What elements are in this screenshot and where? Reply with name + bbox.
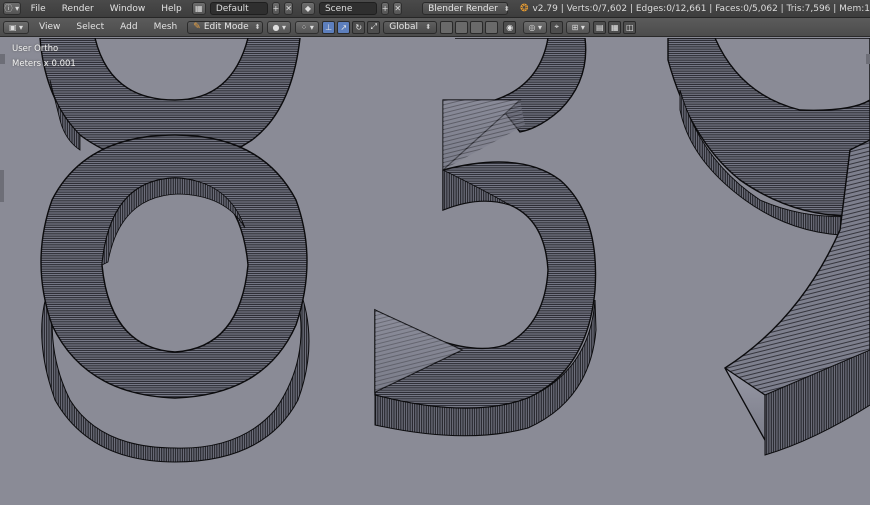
menu-select[interactable]: Select	[68, 22, 112, 32]
translate-manipulator-icon[interactable]: ↗	[337, 20, 351, 34]
pivot-point-icon[interactable]: ⁘ ▾	[295, 20, 320, 34]
menu-render[interactable]: Render	[54, 4, 102, 14]
digit-3-mesh	[374, 38, 597, 437]
3d-viewport[interactable]	[0, 38, 870, 505]
chevron-down-icon: ⬍	[503, 4, 510, 13]
rotate-manipulator-icon[interactable]: ↻	[352, 20, 366, 34]
opengl-anim-icon[interactable]: ▦	[608, 20, 622, 34]
edit-mode-icon: ✎	[193, 22, 201, 32]
menu-file[interactable]: File	[23, 4, 54, 14]
render-engine-dropdown[interactable]: Blender Render ⬍	[422, 2, 510, 15]
layer-icon-4[interactable]	[485, 20, 499, 34]
orientation-label: Global	[389, 22, 418, 32]
digit-8-mesh	[39, 38, 310, 463]
opengl-render-icon[interactable]: ▤	[593, 20, 607, 34]
viewport-shading-icon[interactable]: ● ▾	[267, 20, 292, 34]
transform-orientation-dropdown[interactable]: Global ⬍	[383, 20, 438, 34]
proportional-edit-icon[interactable]: ◎ ▾	[523, 20, 548, 34]
scale-manipulator-icon[interactable]: ⤢	[367, 20, 381, 34]
editor-type-3dview-icon[interactable]: ▣ ▾	[3, 20, 29, 34]
remove-layout-icon[interactable]: ✕	[284, 2, 293, 15]
view-units-label: Meters x 0.001	[12, 59, 76, 69]
view-name-label: User Ortho	[12, 44, 59, 54]
mode-label: Edit Mode	[203, 22, 249, 32]
snap-toggle-icon[interactable]: ⌖	[550, 20, 564, 34]
scene-stats: v2.79 | Verts:0/7,602 | Edges:0/12,661 |…	[532, 3, 870, 14]
menu-help[interactable]: Help	[153, 4, 190, 14]
add-scene-icon[interactable]: +	[380, 2, 390, 15]
occlude-geometry-icon[interactable]: ◉	[503, 20, 517, 34]
layer-icon-2[interactable]	[455, 20, 469, 34]
chevron-down-icon: ⬍	[425, 23, 432, 31]
editor-type-info-icon[interactable]: ⓘ ▾	[3, 2, 21, 15]
mode-dropdown[interactable]: ✎ Edit Mode ⬍	[187, 20, 264, 34]
manipulator-toggle-icon[interactable]: ⊥	[322, 20, 336, 34]
snap-element-icon[interactable]: ⊞ ▾	[566, 20, 591, 34]
info-header: ⓘ ▾ File Render Window Help ▦ Default + …	[0, 0, 870, 18]
menu-add[interactable]: Add	[112, 22, 145, 32]
toolshelf-mini-toggle[interactable]	[0, 54, 5, 64]
view3d-header: ▣ ▾ View Select Add Mesh ✎ Edit Mode ⬍ ●…	[0, 18, 870, 37]
mesh-drawing	[39, 38, 870, 463]
scene-field[interactable]: Scene	[318, 2, 377, 15]
layer-icon-1[interactable]	[440, 20, 454, 34]
screen-layout-icon[interactable]: ▦	[191, 2, 206, 15]
render-engine-label: Blender Render	[428, 3, 498, 14]
properties-toggle[interactable]	[866, 54, 870, 64]
scene-icon[interactable]: ◆	[300, 2, 315, 15]
toolshelf-toggle[interactable]	[0, 170, 4, 202]
remove-scene-icon[interactable]: ✕	[393, 2, 403, 15]
camera-render-icon[interactable]: ◫	[623, 20, 637, 34]
chevron-down-icon: ⬍	[254, 23, 261, 31]
menu-window[interactable]: Window	[102, 4, 154, 14]
blender-logo-icon: ❂	[520, 3, 529, 14]
screen-layout-field[interactable]: Default	[209, 2, 268, 15]
menu-mesh[interactable]: Mesh	[146, 22, 186, 32]
digit-9-mesh	[667, 38, 870, 456]
add-layout-icon[interactable]: +	[271, 2, 281, 15]
menu-view[interactable]: View	[31, 22, 68, 32]
layer-icon-3[interactable]	[470, 20, 484, 34]
